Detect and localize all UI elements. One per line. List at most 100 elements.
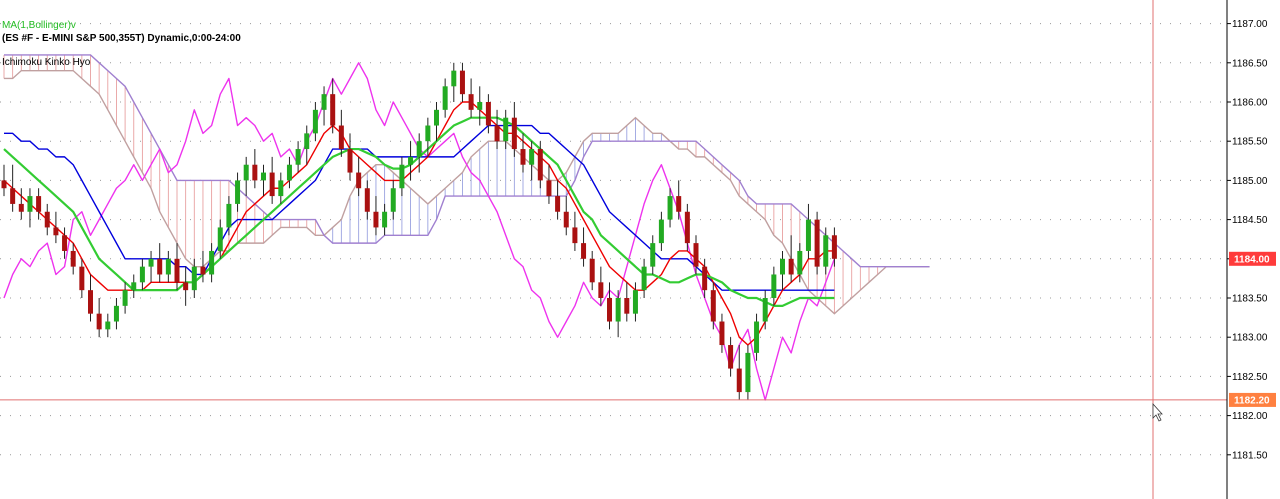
candle-down [18, 203, 24, 212]
candle-down [183, 282, 189, 291]
candle-down [373, 211, 379, 228]
candle-up [148, 258, 154, 267]
candle-down [338, 125, 344, 150]
candle-down [62, 235, 68, 251]
cursor-price-badge: 1182.20 [1234, 395, 1270, 406]
candle-up [304, 133, 310, 150]
candle-down [96, 313, 102, 330]
y-tick-label: 1185.50 [1232, 137, 1268, 148]
candle-down [546, 180, 552, 197]
candle-up [615, 298, 621, 322]
candle-up [797, 250, 803, 275]
candle-up [442, 86, 448, 110]
candle-up [191, 266, 197, 291]
candle-down [459, 70, 465, 95]
candle-down [364, 188, 370, 212]
candle-down [684, 211, 690, 244]
candle-down [831, 235, 837, 259]
candle-down [537, 149, 543, 181]
gridlines [0, 23, 1227, 456]
candle-down [581, 243, 587, 259]
y-tick-label: 1185.00 [1232, 176, 1268, 187]
candle-up [762, 298, 768, 322]
candle-up [226, 203, 232, 228]
candle-down [728, 345, 734, 369]
candle-down [719, 321, 725, 346]
candle-up [805, 219, 811, 251]
y-tick-label: 1184.50 [1232, 215, 1268, 226]
candle-up [122, 290, 128, 306]
candle-down [174, 258, 180, 283]
candle-down [10, 188, 16, 204]
candle-up [416, 141, 422, 157]
candle-down [1, 180, 7, 189]
candle-down [788, 258, 794, 275]
markers [0, 0, 1227, 499]
candle-up [641, 266, 647, 291]
candle-up [131, 282, 137, 291]
candle-up [399, 164, 405, 189]
candle-down [494, 125, 500, 142]
candle-up [425, 125, 431, 142]
candle-down [200, 266, 206, 275]
candle-down [70, 250, 76, 267]
candle-up [235, 180, 241, 204]
candle-down [88, 290, 93, 314]
candle-up [823, 235, 829, 267]
y-tick-label: 1183.50 [1232, 294, 1268, 305]
candle-down [356, 172, 362, 189]
candle-up [139, 266, 145, 283]
candle-up [209, 250, 215, 275]
candle-down [79, 266, 85, 291]
candle-down [330, 94, 336, 126]
candle-up [408, 156, 414, 165]
candle-up [477, 102, 483, 110]
candle-down [468, 94, 474, 110]
y-tick-label: 1186.00 [1232, 98, 1268, 109]
candle-up [529, 149, 535, 165]
candle-down [676, 196, 682, 212]
candle-down [53, 227, 59, 236]
candle-down [572, 227, 578, 244]
candle-up [658, 219, 664, 244]
candle-up [771, 274, 777, 298]
candle-down [598, 282, 604, 298]
candle-up [165, 258, 171, 275]
y-tick-label: 1187.00 [1232, 19, 1268, 30]
price-chart[interactable]: 1187.00 1186.50 1186.00 1185.50 1185.00 1184.… [0, 0, 1280, 499]
candle-up [434, 109, 439, 126]
y-tick-label: 1186.50 [1232, 58, 1268, 69]
ma-indicator-label: MA(1,Bollinger)v [2, 20, 76, 31]
candle-down [44, 211, 50, 228]
candle-up [243, 164, 249, 181]
candle-down [555, 196, 561, 212]
candle-down [520, 149, 526, 165]
candle-down [563, 211, 569, 228]
candle-up [113, 305, 119, 322]
mouse-cursor-icon [1152, 402, 1163, 422]
candle-up [745, 352, 751, 393]
candle-up [312, 109, 318, 134]
symbol-label: (ES #F - E-MINI S&P 500,355T) Dynamic,0:… [2, 33, 241, 44]
candle-down [485, 102, 491, 126]
candle-down [702, 266, 708, 291]
candle-down [607, 298, 612, 322]
price-axis: 1187.00 1186.50 1186.00 1185.50 1185.00 1184.… [1226, 0, 1276, 499]
ichimoku-label: Ichimoku Kinko Hyo [2, 57, 91, 68]
candle-up [390, 188, 396, 212]
candle-up [278, 180, 284, 197]
candle-down [157, 258, 163, 275]
candle-down [710, 290, 716, 322]
candle-down [347, 149, 353, 173]
candle-down [624, 298, 630, 314]
y-tick-label: 1183.00 [1232, 333, 1268, 344]
candle-up [286, 164, 292, 181]
candle-up [780, 258, 785, 275]
candle-up [295, 149, 301, 165]
candle-up [650, 243, 656, 267]
candle-down [589, 258, 595, 283]
candle-down [36, 196, 42, 212]
candle-up [503, 117, 509, 142]
y-tick-label: 1181.50 [1232, 450, 1268, 461]
candle-down [511, 117, 517, 150]
